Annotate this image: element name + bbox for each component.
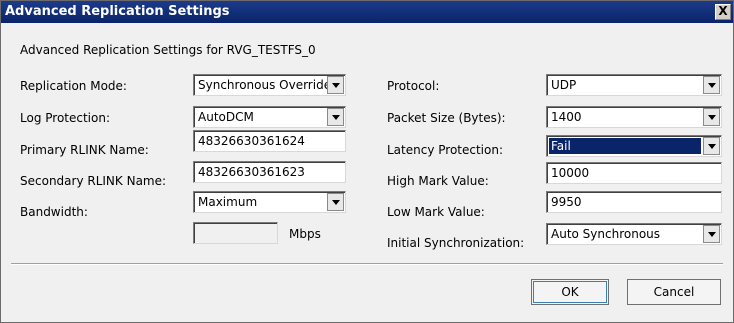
high-mark-value: 10000: [551, 166, 590, 180]
low-mark-input[interactable]: 9950: [546, 191, 722, 213]
selection-highlight: [549, 138, 701, 154]
packet-size-select[interactable]: 1400: [546, 106, 722, 128]
initial-sync-value: Auto Synchronous: [551, 227, 661, 241]
secondary-rlink-input[interactable]: 48326630361623: [193, 161, 346, 183]
chevron-down-icon[interactable]: [703, 108, 720, 126]
secondary-rlink-label: Secondary RLINK Name:: [20, 174, 167, 188]
settings-subtitle: Advanced Replication Settings for RVG_TE…: [20, 43, 316, 57]
packet-size-value: 1400: [551, 110, 582, 124]
protocol-value: UDP: [551, 78, 577, 92]
close-button[interactable]: X: [715, 4, 731, 20]
bandwidth-label: Bandwidth:: [20, 205, 88, 219]
dialog-title: Advanced Replication Settings: [5, 4, 230, 19]
replication-mode-select[interactable]: Synchronous Override: [193, 74, 346, 96]
primary-rlink-value: 48326630361624: [198, 134, 305, 148]
log-protection-select[interactable]: AutoDCM: [193, 106, 346, 128]
packet-size-label: Packet Size (Bytes):: [387, 111, 506, 125]
replication-mode-label: Replication Mode:: [20, 79, 127, 93]
protocol-select[interactable]: UDP: [546, 74, 722, 96]
replication-mode-value: Synchronous Override: [198, 78, 332, 92]
initial-sync-label: Initial Synchronization:: [387, 236, 525, 250]
high-mark-input[interactable]: 10000: [546, 162, 722, 184]
latency-protection-label: Latency Protection:: [387, 143, 503, 157]
log-protection-label: Log Protection:: [20, 111, 110, 125]
bandwidth-select[interactable]: Maximum: [193, 191, 346, 213]
initial-sync-select[interactable]: Auto Synchronous: [546, 223, 722, 245]
high-mark-label: High Mark Value:: [387, 174, 489, 188]
cancel-button[interactable]: Cancel: [627, 279, 721, 305]
secondary-rlink-value: 48326630361623: [198, 165, 305, 179]
chevron-down-icon[interactable]: [703, 225, 720, 243]
close-icon: X: [718, 4, 728, 18]
replication-settings-dialog: Advanced Replication Settings X Advanced…: [0, 0, 734, 323]
mbps-unit-label: Mbps: [289, 227, 321, 241]
low-mark-value: 9950: [551, 195, 582, 209]
title-bar[interactable]: Advanced Replication Settings X: [1, 1, 733, 23]
bandwidth-value: Maximum: [198, 195, 258, 209]
chevron-down-icon[interactable]: [327, 193, 344, 211]
chevron-down-icon[interactable]: [703, 76, 720, 94]
primary-rlink-input[interactable]: 48326630361624: [193, 130, 346, 152]
ok-button[interactable]: OK: [531, 279, 609, 305]
latency-protection-value: Fail: [551, 139, 571, 153]
chevron-down-icon[interactable]: [327, 76, 344, 94]
divider: [11, 263, 723, 265]
primary-rlink-label: Primary RLINK Name:: [20, 143, 149, 157]
low-mark-label: Low Mark Value:: [387, 205, 485, 219]
bandwidth-mbps-input[interactable]: [193, 222, 278, 244]
chevron-down-icon[interactable]: [703, 137, 720, 155]
log-protection-value: AutoDCM: [198, 110, 254, 124]
latency-protection-select[interactable]: Fail: [546, 135, 722, 157]
chevron-down-icon[interactable]: [327, 108, 344, 126]
protocol-label: Protocol:: [387, 79, 440, 93]
